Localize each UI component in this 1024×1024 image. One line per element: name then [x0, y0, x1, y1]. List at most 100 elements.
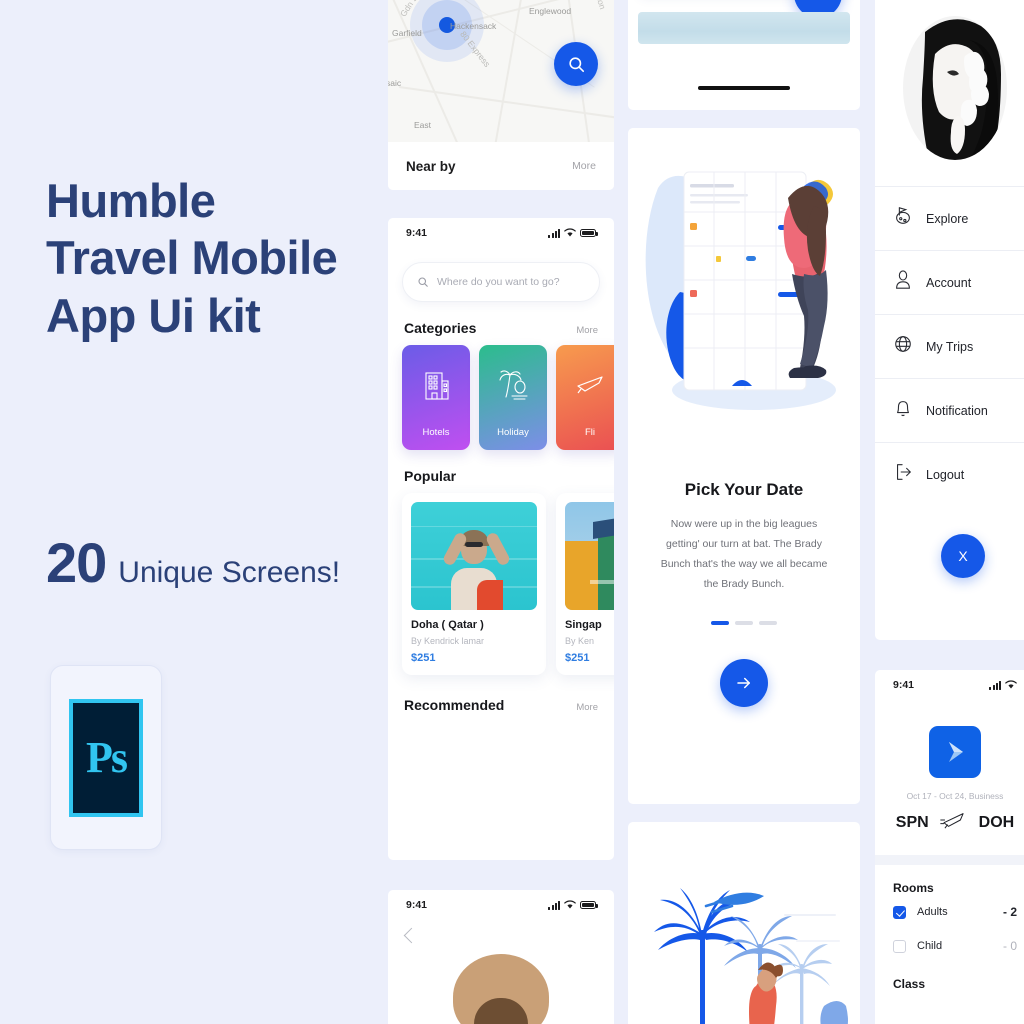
card-image-strip	[638, 12, 850, 44]
screen-count-label: Unique Screens!	[118, 556, 341, 589]
recommended-more-link[interactable]: More	[576, 702, 598, 713]
pagination-dot-3[interactable]	[759, 620, 777, 625]
popular-card-singapore[interactable]: Singap By Ken $251	[556, 493, 614, 675]
status-icons	[989, 680, 1017, 690]
rooms-row-child[interactable]: Child - 0	[875, 929, 1024, 963]
status-time: 9:41	[406, 227, 428, 239]
categories-title: Categories	[404, 320, 477, 336]
palm-screen	[628, 822, 860, 1024]
photoshop-badge: Ps	[50, 665, 162, 850]
calendar-woman-illustration	[628, 128, 860, 458]
pagination-dot-2[interactable]	[735, 620, 753, 625]
close-button[interactable]: X	[941, 534, 985, 578]
title-line-3: App Ui kit	[46, 288, 261, 342]
row-value: - 2	[1002, 905, 1017, 919]
flag-explore-icon	[893, 205, 913, 232]
wifi-icon	[564, 900, 576, 909]
menu-screen: Explore Account My Trips Notification Lo…	[875, 0, 1024, 640]
airplane-icon	[575, 369, 605, 404]
profile-screen: 9:41	[388, 890, 614, 1024]
palm-beach-icon	[497, 369, 529, 408]
section-divider	[875, 855, 1024, 865]
nearby-title: Near by	[406, 158, 456, 174]
sidebar-item-label: Notification	[926, 403, 988, 418]
popular-card-doha[interactable]: Doha ( Qatar ) By Kendrick lamar $251	[402, 493, 546, 675]
destination-photo	[565, 502, 614, 610]
globe-icon	[893, 333, 913, 360]
categories-more-link[interactable]: More	[576, 325, 598, 336]
status-time: 9:41	[406, 899, 428, 911]
sidebar-item-my-trips[interactable]: My Trips	[875, 314, 1024, 378]
route-row: SPN DOH	[875, 810, 1024, 835]
popular-title: Popular	[404, 468, 457, 484]
category-card-flights[interactable]: Fli	[556, 345, 614, 450]
next-button[interactable]	[720, 658, 768, 707]
nearby-more-link[interactable]: More	[572, 160, 596, 172]
checkbox-adults[interactable]	[893, 905, 906, 919]
sidebar-item-notification[interactable]: Notification	[875, 378, 1024, 442]
category-card-holiday[interactable]: Holiday	[479, 345, 547, 450]
destination-author: By Kendrick lamar	[411, 636, 485, 646]
map-label-east: East	[414, 120, 432, 130]
map-footer: Near by More	[388, 142, 614, 190]
checkbox-child[interactable]	[893, 939, 906, 953]
top-card-screen: By Kendrick lamar	[628, 0, 860, 110]
signal-icon	[548, 228, 560, 238]
status-icons	[548, 900, 598, 910]
avatar[interactable]	[875, 0, 1024, 186]
home-indicator	[698, 85, 790, 90]
map-label-garfield: Garfield	[392, 28, 422, 38]
map-screen: Garfield Hackensack Englewood saic East …	[388, 0, 614, 190]
wifi-icon	[1005, 680, 1017, 689]
search-icon	[418, 277, 428, 287]
promo-stage: Humble Travel Mobile App Ui kit 20 Uniqu…	[0, 0, 1024, 1024]
sidebar-item-label: Logout	[926, 467, 965, 482]
close-icon: X	[958, 548, 968, 564]
bell-icon	[893, 397, 913, 424]
category-label: Holiday	[497, 427, 529, 438]
recommended-header: Recommended More	[388, 675, 614, 722]
back-button[interactable]	[403, 927, 420, 944]
row-value: - 0	[1002, 939, 1017, 953]
status-icons	[548, 228, 598, 238]
map-label-hackensack: Hackensack	[450, 21, 497, 31]
map-label-englewood: Englewood	[529, 6, 572, 16]
destination-name: Singap	[565, 619, 602, 631]
destination-photo	[411, 502, 537, 610]
battery-icon	[580, 228, 598, 238]
class-title: Class	[893, 977, 926, 991]
category-card-hotels[interactable]: Hotels	[402, 345, 470, 450]
photoshop-icon: Ps	[69, 698, 143, 817]
signal-icon	[989, 680, 1001, 690]
battery-icon	[580, 900, 598, 910]
arrow-right-icon	[737, 677, 750, 688]
status-bar: 9:41	[875, 670, 1024, 700]
category-label: Hotels	[422, 427, 450, 438]
trip-date-text: Oct 17 - Oct 24, Business	[906, 791, 1004, 801]
onboarding-title: Pick Your Date	[684, 480, 804, 499]
airplane-icon	[939, 810, 969, 835]
hotel-building-icon	[421, 369, 451, 406]
row-label: Child	[917, 940, 943, 952]
screen-count-number: 20	[46, 531, 107, 594]
rooms-row-adults[interactable]: Adults - 2	[875, 895, 1024, 929]
photoshop-letters: Ps	[86, 732, 128, 782]
sidebar-item-logout[interactable]: Logout	[875, 442, 1024, 506]
title-line-1: Humble	[46, 174, 216, 227]
destination-price: $251	[565, 652, 590, 664]
recommended-title: Recommended	[404, 697, 505, 713]
popular-row: Doha ( Qatar ) By Kendrick lamar $251 Si…	[388, 493, 614, 675]
signal-icon	[548, 900, 560, 910]
category-label: Fli	[584, 427, 596, 438]
sidebar-item-explore[interactable]: Explore	[875, 186, 1024, 250]
sidebar-item-account[interactable]: Account	[875, 250, 1024, 314]
wifi-icon	[564, 228, 576, 237]
row-label: Adults	[917, 906, 948, 918]
map-search-button[interactable]	[554, 42, 598, 86]
page-title: Humble Travel Mobile App Ui kit	[46, 172, 376, 344]
search-input[interactable]: Where do you want to go?	[402, 262, 600, 302]
pagination-dot-1[interactable]	[711, 620, 729, 625]
categories-header: Categories More	[388, 302, 614, 345]
destination-author: By Ken	[565, 636, 595, 646]
palm-trees-illustration	[628, 822, 860, 1024]
